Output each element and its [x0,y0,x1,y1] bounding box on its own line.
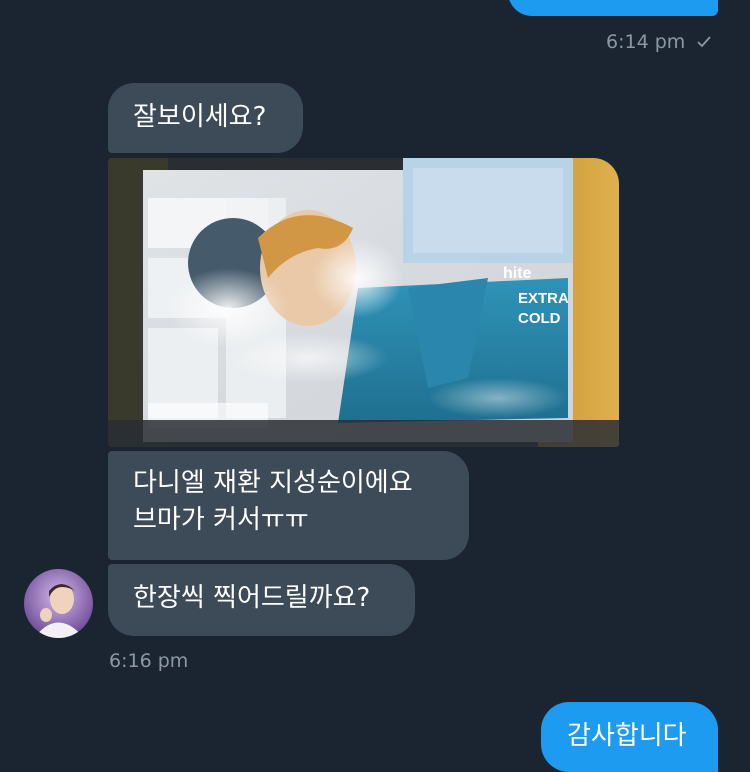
message-text: 잘보이세요? [133,102,267,132]
message-text: 한장씩 찍어드릴까요? [133,583,371,613]
sent-timestamp: 6:14 pm [606,31,686,53]
svg-text:COLD: COLD [518,310,561,327]
svg-text:hite: hite [503,265,532,282]
incoming-message-bubble[interactable]: 잘보이세요? [108,83,303,153]
message-text-line-2: 브마가 커서ㅠㅠ [133,505,309,535]
avatar[interactable] [24,569,93,638]
message-photo[interactable]: hite EXTRA COLD [108,158,619,447]
incoming-message-bubble[interactable]: 다니엘 재환 지성순이에요 브마가 커서ㅠㅠ [108,451,469,560]
outgoing-message-bubble-top[interactable] [508,0,718,16]
svg-text:EXTRA: EXTRA [518,290,569,307]
poster-photo-image: hite EXTRA COLD [108,158,619,447]
outgoing-message-bubble[interactable]: 감사합니다 [541,702,718,772]
avatar-photo-image [24,569,93,638]
sent-timestamp-row: 6:14 pm [606,31,712,54]
message-text: 감사합니다 [567,721,687,751]
incoming-message-bubble[interactable]: 한장씩 찍어드릴까요? [108,564,415,636]
received-timestamp: 6:16 pm [109,650,189,672]
message-text-line-1: 다니엘 재환 지성순이에요 [133,468,413,498]
checkmark-icon [697,32,712,54]
